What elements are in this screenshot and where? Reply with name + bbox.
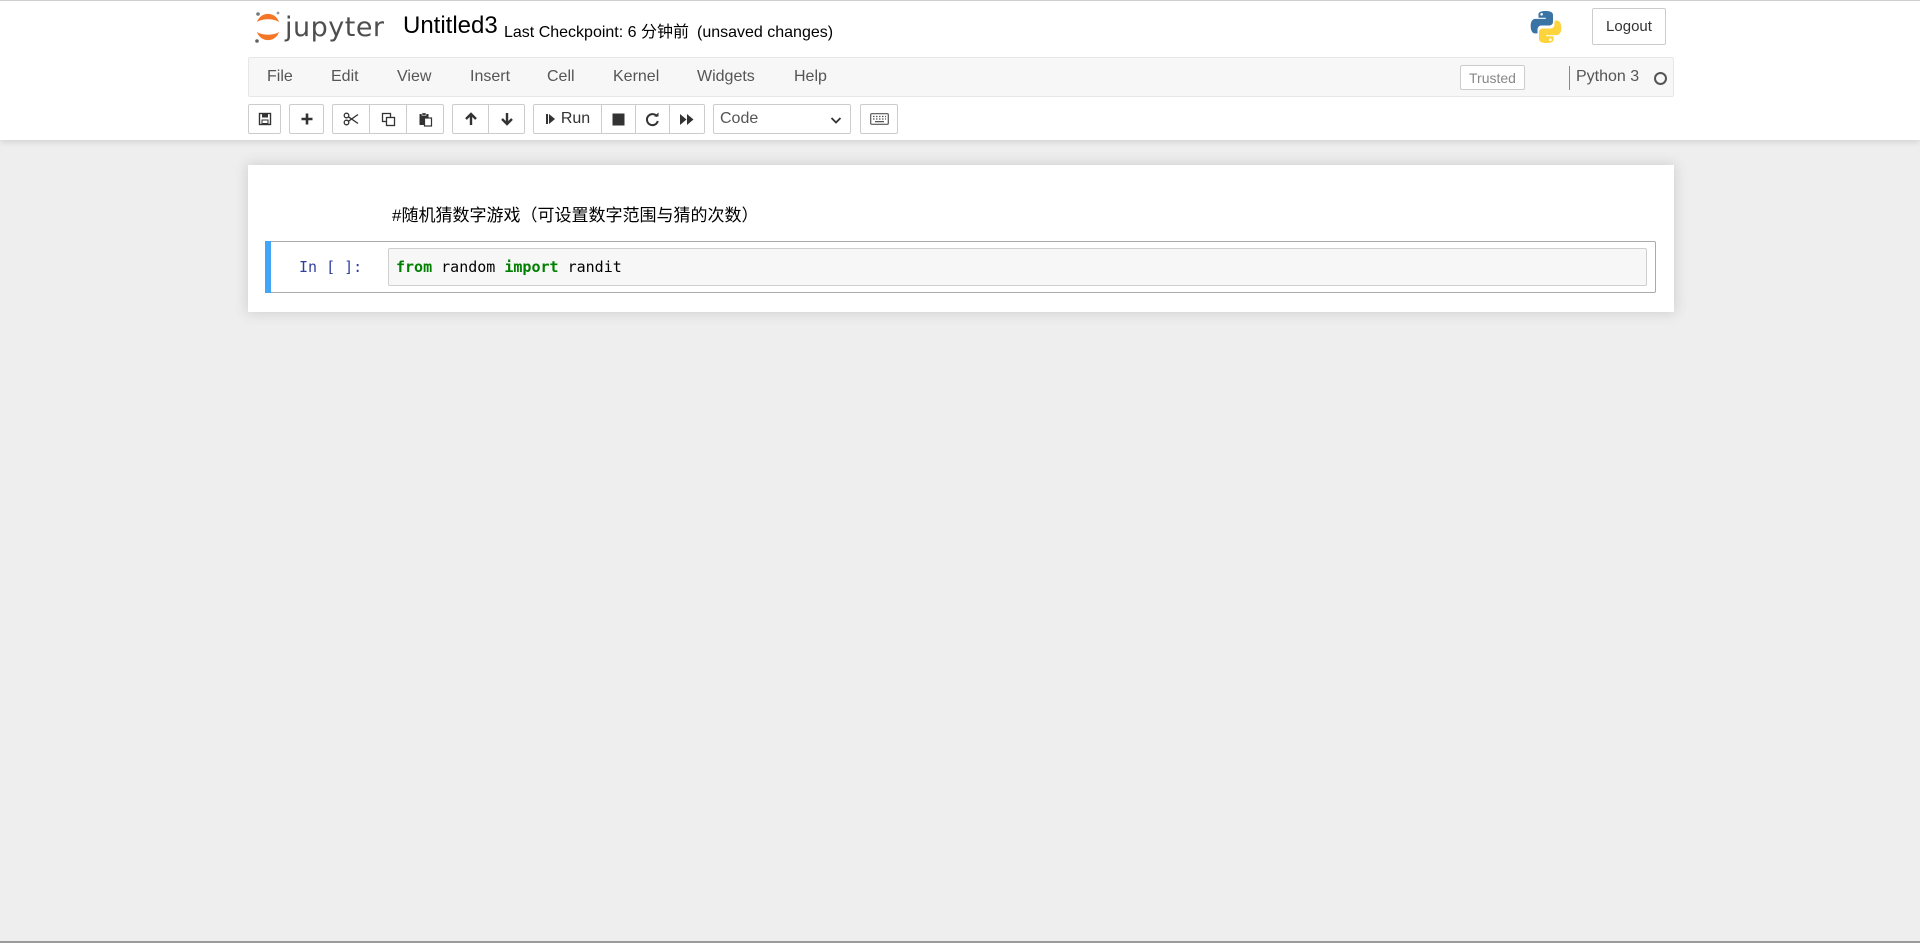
notebook-container: #随机猜数字游戏（可设置数字范围与猜的次数） In [ ]: from rand… [248,165,1674,312]
menubar: File Edit View Insert Cell Kernel Widget… [248,57,1674,97]
code-keyword-import: import [504,258,559,276]
insert-cell-button[interactable] [289,104,324,134]
copy-icon [381,112,395,126]
paste-icon [419,112,432,127]
cut-button[interactable] [332,104,370,134]
jupyter-logo-text: jupyter [285,11,385,43]
chevron-down-icon [830,117,842,124]
cell-type-value: Code [720,110,759,127]
save-icon [258,112,271,126]
code-editor[interactable]: from random import randit [388,248,1647,286]
run-label: Run [560,110,591,127]
copy-button[interactable] [369,104,407,134]
fast-forward-icon [680,113,694,125]
checkpoint-status: Last Checkpoint: 6 分钟前 (unsaved changes) [504,18,833,42]
restart-run-all-button[interactable] [669,104,705,134]
menu-widgets[interactable]: Widgets [697,68,755,86]
notebook-name[interactable]: Untitled3 [403,12,498,40]
kernel-name[interactable]: Python 3 [1576,68,1639,86]
trusted-indicator[interactable]: Trusted [1460,65,1525,90]
code-imported-name: randit [558,258,622,276]
menu-view[interactable]: View [397,68,431,86]
move-down-button[interactable] [488,104,525,134]
header: jupyter Untitled3 Last Checkpoint: 6 分钟前… [0,0,1920,140]
keyboard-icon [869,113,889,125]
code-keyword-from: from [396,258,433,276]
menu-edit[interactable]: Edit [331,68,359,86]
cell-type-select[interactable]: Code [713,104,851,134]
jupyter-logo[interactable]: jupyter [253,9,393,45]
save-button[interactable] [248,104,281,134]
stop-icon [612,113,625,125]
toolbar: Run Code [248,104,1674,134]
header-row: jupyter Untitled3 Last Checkpoint: 6 分钟前… [248,1,1674,56]
logout-button[interactable]: Logout [1592,8,1666,45]
cut-icon [343,112,359,126]
run-button[interactable]: Run [533,104,602,134]
arrow-down-icon [500,113,513,126]
menu-insert[interactable]: Insert [470,68,510,86]
arrow-up-icon [464,112,477,125]
step-forward-icon [545,114,555,124]
paste-button[interactable] [406,104,444,134]
command-palette-button[interactable] [860,104,898,134]
interrupt-button[interactable] [601,104,636,134]
jupyter-logo-icon [253,9,283,45]
python-logo-icon [1528,9,1564,45]
input-prompt: In [ ]: [299,258,363,276]
kernel-idle-circle-icon [1654,72,1667,85]
move-up-button[interactable] [452,104,489,134]
selected-cell-indicator [265,241,271,293]
markdown-cell[interactable]: #随机猜数字游戏（可设置数字范围与猜的次数） [392,201,758,226]
plus-icon [301,113,312,125]
code-cell-selected[interactable]: In [ ]: from random import randit [265,241,1656,293]
restart-icon [646,112,659,126]
menu-kernel[interactable]: Kernel [613,68,659,86]
last-checkpoint: Last Checkpoint: 6 分钟前 [504,24,689,41]
kernel-separator [1569,66,1570,90]
menu-help[interactable]: Help [794,68,827,86]
restart-button[interactable] [635,104,670,134]
code-module-name: random [432,258,505,276]
menu-file[interactable]: File [267,68,293,86]
autosave-status: (unsaved changes) [696,24,834,41]
menu-cell[interactable]: Cell [547,68,575,86]
